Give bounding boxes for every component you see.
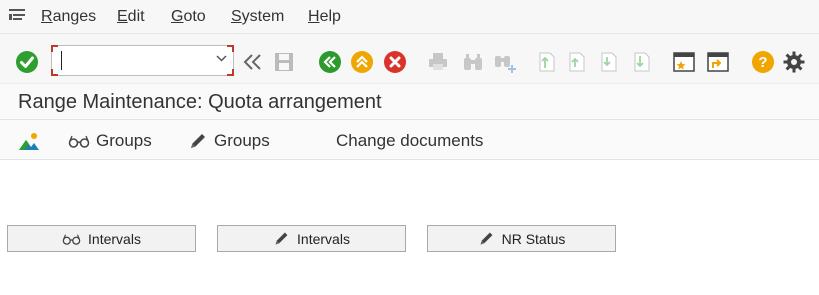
new-session-icon[interactable] (672, 50, 696, 74)
change-documents-label: Change documents (336, 131, 484, 150)
standard-toolbar: ? (0, 34, 819, 84)
find-next-icon[interactable] (493, 50, 517, 74)
application-toolbar: Groups Groups Change documents (0, 120, 819, 160)
menu-help-label: elp (319, 8, 341, 25)
menu-ranges-label: anges (52, 8, 97, 25)
enter-icon[interactable] (15, 50, 39, 74)
next-page-icon[interactable] (597, 50, 621, 74)
change-groups-button[interactable]: Groups (188, 130, 270, 152)
first-page-icon[interactable] (535, 50, 559, 74)
previous-page-icon[interactable] (565, 50, 589, 74)
focus-corner (51, 45, 58, 52)
pencil-icon (275, 232, 288, 245)
menu-goto-label: oto (183, 8, 206, 25)
command-field[interactable] (51, 45, 234, 76)
pencil-icon (191, 134, 205, 148)
menu-help[interactable]: Help (308, 8, 341, 26)
last-page-icon[interactable] (630, 50, 654, 74)
mountain-icon (19, 133, 39, 150)
menu-edit[interactable]: Edit (117, 8, 145, 26)
nr-status-label: NR Status (501, 230, 566, 247)
page-title: Range Maintenance: Quota arrangement (18, 91, 382, 113)
focus-corner (227, 45, 234, 52)
change-intervals-button[interactable]: Intervals (217, 225, 406, 252)
shortcut-icon[interactable] (706, 50, 730, 74)
menu-system-mnemonic: S (231, 8, 242, 25)
display-groups-label: Groups (96, 131, 152, 150)
title-bar: Range Maintenance: Quota arrangement (0, 84, 819, 120)
back-icon[interactable] (318, 50, 342, 74)
menu-bar: Ranges Edit Goto System Help (0, 0, 819, 34)
text-caret (61, 51, 62, 70)
focus-corner (227, 69, 234, 76)
display-objects-button[interactable] (18, 130, 46, 152)
find-icon[interactable] (461, 50, 485, 74)
menu-help-mnemonic: H (308, 8, 320, 25)
gear-icon[interactable] (782, 50, 806, 74)
menu-system-label: ystem (241, 8, 285, 25)
display-groups-button[interactable]: Groups (68, 130, 152, 152)
cancel-icon[interactable] (383, 50, 407, 74)
menu-goto[interactable]: Goto (171, 8, 206, 26)
display-intervals-button[interactable]: Intervals (7, 225, 196, 252)
glasses-icon (68, 135, 90, 148)
menu-edit-label: dit (127, 8, 145, 25)
change-intervals-label: Intervals (297, 230, 350, 247)
save-icon[interactable] (272, 50, 296, 74)
exit-icon[interactable] (350, 50, 374, 74)
display-intervals-label: Intervals (88, 230, 141, 247)
menu-goto-mnemonic: G (171, 8, 184, 25)
help-icon[interactable]: ? (751, 50, 775, 74)
menu-ranges[interactable]: Ranges (41, 8, 96, 26)
menu-system[interactable]: System (231, 8, 284, 26)
chevron-down-icon[interactable] (216, 55, 227, 62)
collapse-icon[interactable] (241, 50, 265, 74)
svg-text:?: ? (758, 54, 767, 71)
change-groups-label: Groups (214, 131, 270, 150)
change-documents-button[interactable]: Change documents (336, 130, 483, 152)
glasses-icon (62, 234, 81, 245)
pencil-icon (480, 232, 493, 245)
menu-edit-mnemonic: E (117, 8, 128, 25)
menu-ranges-mnemonic: R (41, 8, 53, 25)
menu-icon[interactable] (9, 9, 25, 23)
nr-status-button[interactable]: NR Status (427, 225, 616, 252)
print-icon[interactable] (426, 50, 450, 74)
focus-corner (51, 69, 58, 76)
